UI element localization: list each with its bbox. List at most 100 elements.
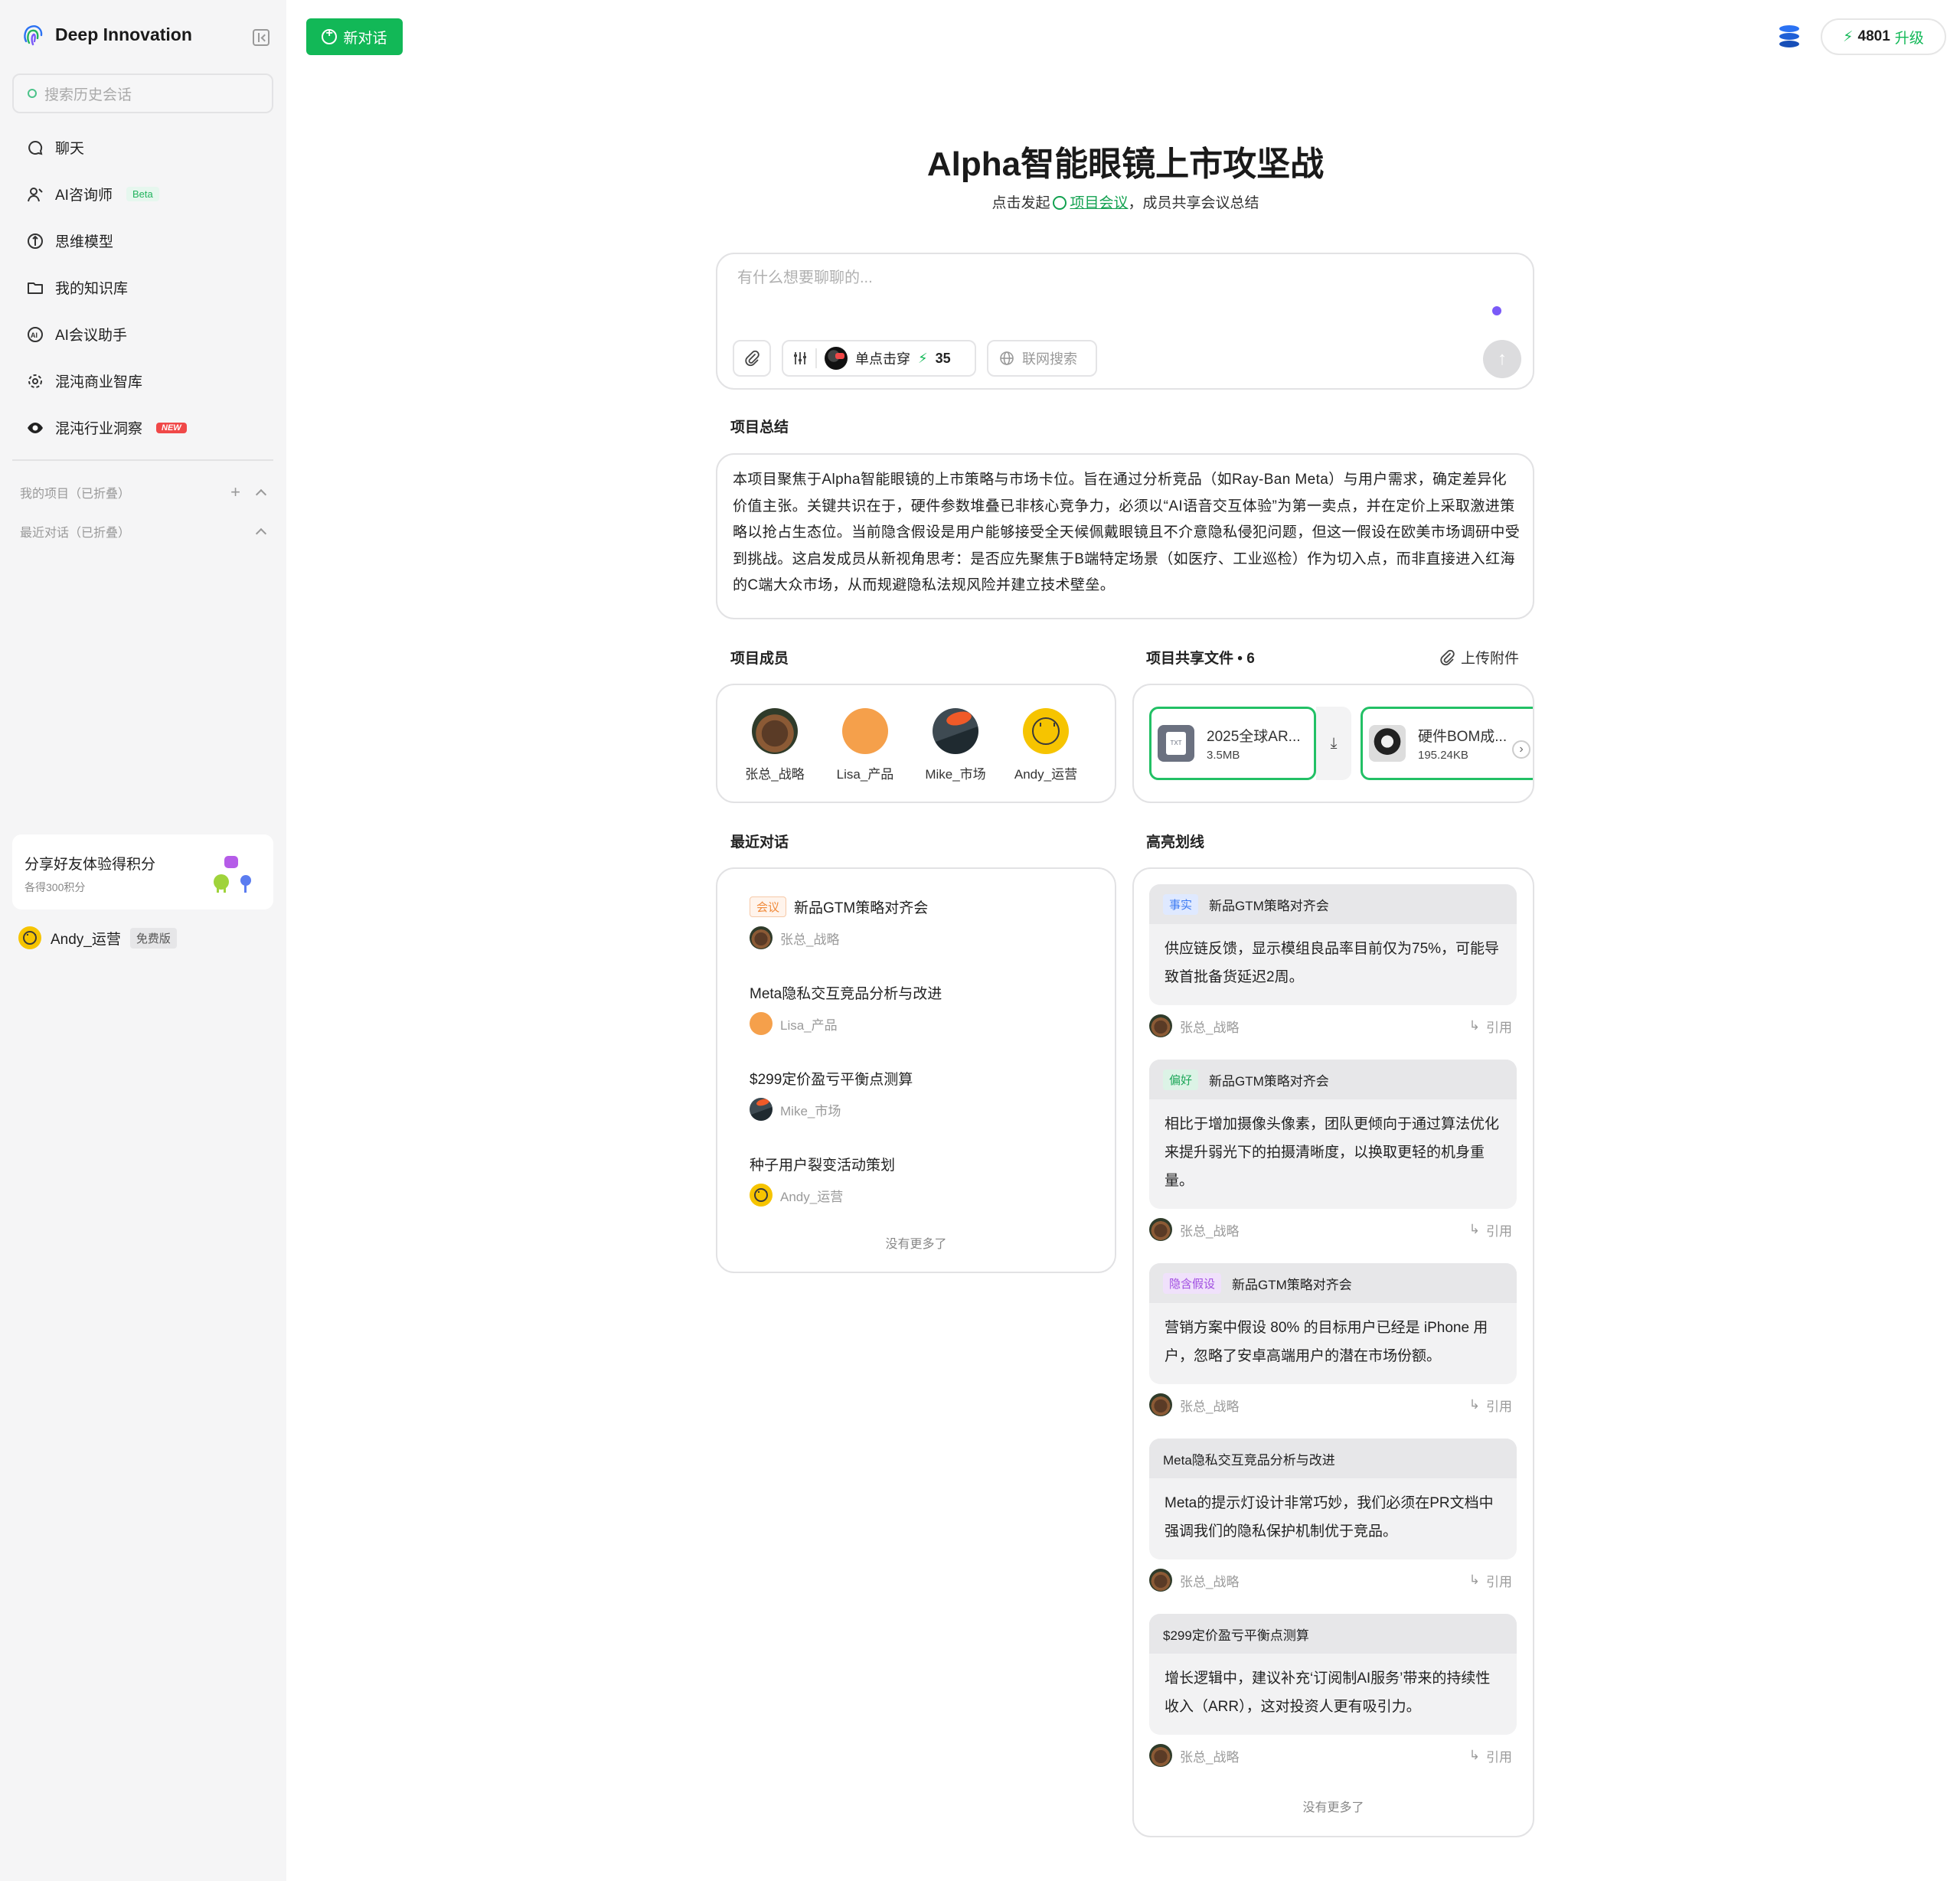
sidebar-item-thinking-models[interactable]: 思维模型 <box>12 217 273 264</box>
chat-composer: 单点击穿 ⚡ 35 联网搜索 ↑ <box>716 253 1534 390</box>
summary-panel: 本项目聚焦于Alpha智能眼镜的上市策略与市场卡位。旨在通过分析竞品（如Ray-… <box>716 453 1534 619</box>
project-title: Alpha智能眼镜上市攻坚战 <box>926 145 1325 183</box>
quote-button[interactable]: ↳ 引用 <box>1469 1571 1512 1590</box>
status-dot <box>1492 306 1501 315</box>
mode-cost: 35 <box>935 350 951 366</box>
member-card[interactable]: 张总_战略 <box>729 708 821 782</box>
member-name: Andy_运营 <box>1014 767 1078 782</box>
gear-flower-icon <box>26 372 44 390</box>
ai-meeting-icon: AI <box>26 325 44 344</box>
highlight-card[interactable]: $299定价盈亏平衡点测算 增长逻辑中，建议补充‘订阅制AI服务’带来的持续性收… <box>1149 1614 1517 1776</box>
upgrade-label: 升级 <box>1894 30 1924 47</box>
upgrade-button[interactable]: ⚡ 4801 升级 <box>1821 18 1946 55</box>
summary-text: 本项目聚焦于Alpha智能眼镜的上市策略与市场卡位。旨在通过分析竞品（如Ray-… <box>733 472 1521 593</box>
quote-button[interactable]: ↳ 引用 <box>1469 1396 1512 1415</box>
author-name: 张总_战略 <box>1180 1399 1240 1414</box>
list-item[interactable]: 会议 新品GTM策略对齐会 张总_战略 <box>750 896 1086 949</box>
sidebar-item-knowledge-base[interactable]: 我的知识库 <box>12 264 273 311</box>
preference-tag: 偏好 <box>1163 1069 1199 1090</box>
author-avatar <box>750 1098 773 1121</box>
chevron-up-icon[interactable] <box>255 527 267 540</box>
conversation-title: Meta隐私交互竞品分析与改进 <box>750 986 942 1002</box>
settings-sliders-icon <box>794 352 806 364</box>
mode-selector[interactable]: 单点击穿 ⚡ 35 <box>782 340 976 377</box>
sidebar-item-chat[interactable]: 聊天 <box>12 124 273 171</box>
download-button[interactable]: ⤓ <box>1316 707 1351 780</box>
files-label: 项目共享文件 • 6 <box>1146 651 1255 667</box>
database-icon[interactable] <box>1779 25 1799 48</box>
author-name: Lisa_产品 <box>780 1017 838 1033</box>
new-badge: NEW <box>156 422 187 433</box>
sidebar-item-business-think-tank[interactable]: 混沌商业智库 <box>12 358 273 404</box>
member-card[interactable]: Andy_运营 <box>1000 708 1092 782</box>
highlight-card[interactable]: 偏好 新品GTM策略对齐会 相比于增加摄像头像素，团队更倾向于通过算法优化来提升弱… <box>1149 1060 1517 1250</box>
files-label-text: 项目共享文件 <box>1146 651 1234 667</box>
collapse-sidebar-icon[interactable] <box>253 29 270 46</box>
sidebar-item-ai-consultant[interactable]: AI咨询师 Beta <box>12 171 273 217</box>
sidebar-item-label: 混沌商业智库 <box>55 374 143 390</box>
member-card[interactable]: Lisa_产品 <box>819 708 911 782</box>
quote-button[interactable]: ↳ 引用 <box>1469 1220 1512 1239</box>
chat-input[interactable] <box>737 269 1426 287</box>
sidebar-nav: 聊天 AI咨询师 Beta 思维模型 我的知识库 AI AI会议助手 混沌商业智… <box>12 124 273 451</box>
highlights-panel: 事实 新品GTM策略对齐会 供应链反馈，显示模组良品率目前仅为75%，可能导致首批… <box>1132 867 1534 1837</box>
members-label: 项目成员 <box>730 651 789 667</box>
paperclip-icon <box>1440 649 1455 665</box>
list-item[interactable]: Meta隐私交互竞品分析与改进 Lisa_产品 <box>750 982 1086 1035</box>
add-project-icon[interactable]: + <box>230 482 240 502</box>
highlight-card[interactable]: Meta隐私交互竞品分析与改进 Meta的提示灯设计非常巧妙，我们必须在PR文档… <box>1149 1439 1517 1601</box>
highlights-label: 高亮划线 <box>1146 834 1205 851</box>
user-profile[interactable]: Andy_运营 免费版 <box>18 926 177 949</box>
web-search-toggle[interactable]: 联网搜索 <box>987 340 1097 377</box>
sidebar-item-label: AI会议助手 <box>55 328 127 344</box>
start-meeting-link[interactable]: 项目会议 <box>1070 195 1128 211</box>
recent-chats-group[interactable]: 最近对话（已折叠） <box>20 522 267 540</box>
mascot-illustration-icon <box>214 856 251 893</box>
bolt-icon: ⚡ <box>918 350 928 366</box>
attach-button[interactable] <box>733 340 771 377</box>
my-projects-group[interactable]: 我的项目（已折叠） + <box>20 482 267 502</box>
quote-label: 引用 <box>1486 1574 1512 1589</box>
quote-button[interactable]: ↳ 引用 <box>1469 1746 1512 1765</box>
chevron-right-icon[interactable]: › <box>1512 740 1530 759</box>
upload-attachment-button[interactable]: 上传附件 <box>1439 647 1519 668</box>
project-subtitle: 点击发起 项目会议，成员共享会议总结 <box>766 191 1485 212</box>
highlight-card[interactable]: 隐含假设 新品GTM策略对齐会 营销方案中假设 80% 的目标用户已经是 iPho… <box>1149 1263 1517 1425</box>
brand-name: Deep Innovation <box>55 24 192 44</box>
user-name: Andy_运营 <box>51 931 121 948</box>
upload-label: 上传附件 <box>1461 651 1520 667</box>
list-item[interactable]: 种子用户裂变活动策划 Andy_运营 <box>750 1154 1086 1207</box>
image-file-thumbnail <box>1369 725 1406 762</box>
send-button[interactable]: ↑ <box>1483 340 1521 378</box>
quote-button[interactable]: ↳ 引用 <box>1469 1017 1512 1036</box>
list-item[interactable]: $299定价盈亏平衡点测算 Mike_市场 <box>750 1068 1086 1121</box>
no-more-label: 没有更多了 <box>885 1238 947 1251</box>
folder-icon <box>26 279 44 297</box>
sidebar-divider <box>12 459 273 461</box>
highlight-text: 相比于增加摄像头像素，团队更倾向于通过算法优化来提升弱光下的拍摄清晰度，以换取更… <box>1165 1116 1500 1189</box>
file-card[interactable]: TXT 2025全球AR... 3.5MB <box>1149 707 1316 780</box>
sidebar-item-industry-insights[interactable]: 混沌行业洞察 NEW <box>12 404 273 451</box>
chevron-up-icon[interactable] <box>255 488 267 501</box>
eye-icon <box>26 419 44 437</box>
quote-label: 引用 <box>1486 1020 1512 1035</box>
history-search-placeholder: 搜索历史会话 <box>44 87 132 103</box>
author-avatar <box>1149 1744 1172 1767</box>
fact-tag: 事实 <box>1163 893 1199 915</box>
highlight-source: 新品GTM策略对齐会 <box>1209 1073 1329 1089</box>
member-avatar <box>752 708 798 754</box>
member-avatar <box>933 708 978 754</box>
sidebar-item-label: AI咨询师 <box>55 188 113 204</box>
new-chat-button[interactable]: 新对话 <box>306 18 403 55</box>
sidebar-item-ai-meeting[interactable]: AI AI会议助手 <box>12 311 273 358</box>
brand[interactable]: Deep Innovation <box>20 21 192 47</box>
highlight-card[interactable]: 事实 新品GTM策略对齐会 供应链反馈，显示模组良品率目前仅为75%，可能导致首批… <box>1149 884 1517 1047</box>
recent-chats-label: 最近对话（已折叠） <box>20 527 131 540</box>
history-search-input[interactable]: 搜索历史会话 <box>12 73 273 113</box>
file-type: TXT <box>1166 732 1186 755</box>
file-card[interactable]: 硬件BOM成... 195.24KB <box>1361 707 1533 780</box>
member-card[interactable]: Mike_市场 <box>910 708 1001 782</box>
recent-label: 最近对话 <box>730 834 789 851</box>
share-referral-card[interactable]: 分享好友体验得积分 各得300积分 <box>12 834 273 909</box>
chat-icon <box>26 139 44 157</box>
